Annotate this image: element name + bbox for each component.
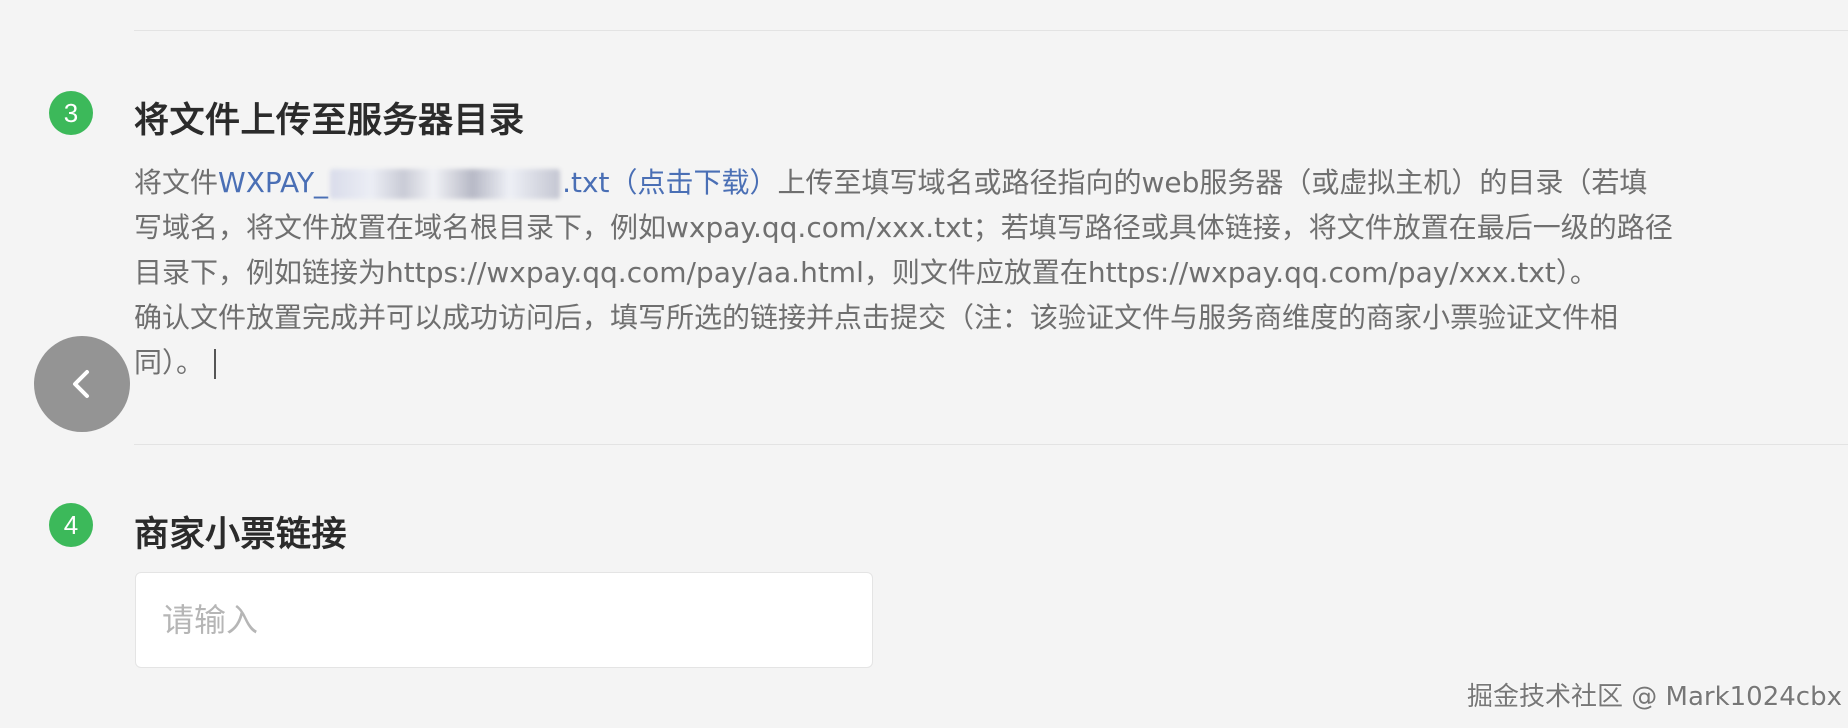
step-3-badge: 3 — [49, 91, 93, 135]
file-name-end: .txt（点击下载） — [562, 166, 778, 199]
description-line-2: 写域名，将文件放置在域名根目录下，例如wxpay.qq.com/xxx.txt；… — [134, 211, 1673, 244]
step-3-title: 将文件上传至服务器目录 — [134, 101, 525, 141]
line-1-suffix: 上传至填写域名或路径指向的web服务器（或虚拟主机）的目录（若填 — [777, 166, 1648, 199]
back-button[interactable] — [34, 336, 130, 432]
receipt-link-input[interactable] — [135, 572, 873, 668]
file-name-start: WXPAY_ — [218, 166, 329, 199]
step-4-badge: 4 — [49, 503, 93, 547]
text-caret — [214, 349, 217, 379]
step-4-title: 商家小票链接 — [134, 515, 348, 555]
description-line-5: 同）。 — [134, 340, 1754, 385]
line-1-prefix: 将文件 — [134, 166, 219, 199]
description-line-3: 目录下，例如链接为https://wxpay.qq.com/pay/aa.htm… — [134, 256, 1598, 289]
download-file-link[interactable]: WXPAY_ .txt（点击下载） — [218, 166, 778, 199]
watermark: 掘金技术社区 @ Mark1024cbx — [1467, 682, 1842, 712]
description-line-1: 将文件WXPAY_ .txt（点击下载）上传至填写域名或路径指向的web服务器（或… — [134, 160, 1754, 205]
description-line-4: 确认文件放置完成并可以成功访问后，填写所选的链接并点击提交（注：该验证文件与服务… — [134, 301, 1619, 334]
step-4-number: 4 — [63, 509, 79, 540]
chevron-left-icon — [73, 370, 89, 398]
page-panel: 3 将文件上传至服务器目录 将文件WXPAY_ .txt（点击下载）上传至填写域名… — [0, 0, 1848, 728]
step-3-description: 将文件WXPAY_ .txt（点击下载）上传至填写域名或路径指向的web服务器（或… — [134, 160, 1754, 385]
step-3-number: 3 — [63, 97, 79, 128]
redacted-file-id — [330, 169, 561, 199]
middle-divider — [134, 444, 1848, 445]
line-5-text: 同）。 — [134, 346, 205, 379]
top-divider — [134, 30, 1848, 31]
